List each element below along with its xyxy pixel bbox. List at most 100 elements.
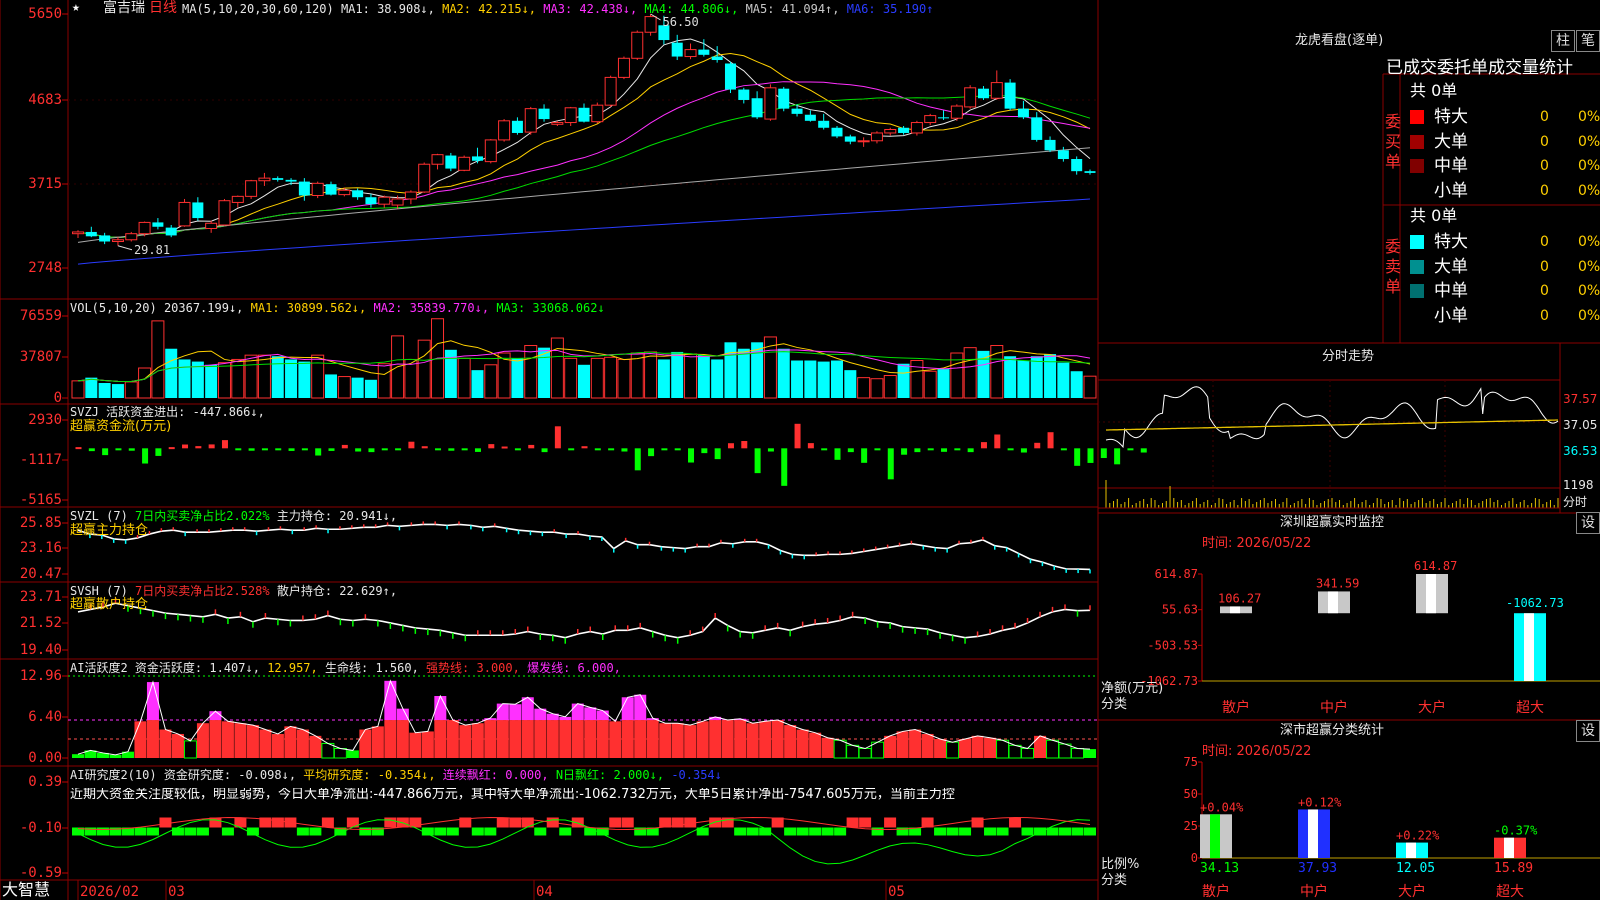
activity-bar [884,735,897,758]
activity-bar [784,725,797,758]
ai2-research: 资金研究度: -0.098↓, [163,768,297,782]
sell-row-name: 大单 [1434,257,1468,277]
activity-bar [559,720,572,758]
candle-body [378,196,391,205]
ai-value2: 12.957, [267,661,318,675]
period-label[interactable]: 日线 [149,1,177,15]
bar-mode-button[interactable]: 柱 [1551,30,1575,52]
candle-body [365,197,377,205]
activity-bar [284,726,297,758]
candle-body [751,98,763,118]
research-bar [584,827,597,836]
activity-bar [246,725,259,758]
sell-row-qty: 0 [1540,283,1549,299]
high-price-label: 56.50 [663,15,699,29]
candle-body [551,122,564,125]
candle-body [604,76,617,106]
fund-flow-bar [528,444,535,449]
research-bar [846,817,859,828]
sz-monitor-bar-label: 614.87 [1414,559,1457,573]
volume-bar [644,351,658,399]
volume-bar [923,370,937,399]
sz-monitor-title: 深圳超赢实时监控 [1280,515,1385,530]
ma4-value: MA4: 44.806↓, [644,2,739,16]
candle-body [272,178,284,180]
sz-monitor-bar-label: 106.27 [1218,591,1261,605]
sell-side-label: 委卖单 [1385,237,1402,296]
fund-flow-bar [142,448,149,464]
fund-flow-bar [701,448,708,454]
sz-monitor-bar-highlight [1328,591,1338,614]
fund-flow-bar [88,448,95,452]
candle-body [884,128,897,134]
sz-class-settings-button[interactable]: 设 [1576,720,1600,742]
volume-bar [617,358,631,399]
activity-bar [921,733,934,758]
volume-bar [1057,362,1070,398]
volume-bar [697,355,710,398]
sz-monitor-settings-button[interactable]: 设 [1576,512,1600,534]
volume-bar [1083,375,1097,399]
fund-flow-bar [381,448,388,451]
volume-bar [138,367,152,399]
time-axis-label: 04 [536,884,553,900]
fund-flow-bar [195,446,202,449]
tick-mode-button[interactable]: 笔 [1576,30,1600,52]
buy-1-color-swatch [1410,135,1424,149]
svsh-legend: SVSH (7) 7日内买卖净占比2.528% 散户持仓: 22.629↑, [70,584,397,598]
sz-class-value-label: 37.93 [1298,861,1337,876]
fund-flow-bar [461,448,468,451]
volume-bar [870,378,884,399]
favorite-star-icon[interactable]: ★ [72,1,80,15]
sz-monitor-bar-highlight [1230,606,1240,614]
candle-body [910,122,923,134]
sz-class-axis-label: 50 [1184,787,1198,801]
sell-row-qty: 0 [1540,259,1549,275]
volume-bar [777,348,790,398]
activity-bar [359,729,372,758]
research-bar [959,827,972,836]
activity-bar [446,720,459,758]
fund-flow-bar [155,448,162,456]
sz-monitor-category: 中户 [1320,699,1348,716]
sz-monitor-category: 超大 [1516,700,1544,716]
sell-total: 共 0单 [1410,206,1458,225]
candle-body [72,231,84,235]
fund-flow-bar [288,448,295,451]
fund-flow-bar [474,448,481,452]
candle-body [738,89,750,100]
fund-flow-bar [741,441,748,449]
volume-bar [457,357,471,399]
candle-body [870,132,883,142]
sz-monitor-time: 时间: 2026/05/22 [1202,536,1312,551]
sz-class-title: 深市超赢分类统计 [1280,723,1385,738]
svsh_panel-axis-label: 21.52 [20,615,62,631]
fund-flow-bar [887,448,894,480]
activity-bar [384,720,397,758]
activity-bar [333,748,347,759]
research-bar [1071,827,1084,836]
fund-flow-bar [714,448,721,460]
volume-bar [578,364,590,398]
fund-flow-bar [275,448,282,451]
activity-bar [534,720,547,758]
candle-body [192,202,204,219]
ai-activity: 资金活跃度: 1.407↓, [134,661,260,675]
research-bar [159,817,172,828]
candle-body [1057,150,1069,160]
candle-body [977,88,989,99]
ai2-comment: 近期大资金关注度较低，明显弱势，今日大单净流出:-447.866万元，其中特大单… [70,788,955,802]
research-bar [821,827,834,836]
activity-bar [771,720,784,758]
candle-body [152,222,164,227]
activity-bar [759,721,772,758]
research-bar [1084,827,1096,836]
candle-body [311,182,324,196]
fund-flow-bar [834,448,841,460]
buy-0-color-swatch [1410,110,1424,124]
market-chart-canvas[interactable]: 5650 4683 3715 2748 56.50 29.81 76559 37807 0 293… [0,0,1600,900]
sell-row-name: 小单 [1434,306,1468,326]
volume-bar [857,377,871,399]
svsh_panel-axis-label: 19.40 [20,642,62,658]
fund-flow-bar [1087,448,1094,463]
